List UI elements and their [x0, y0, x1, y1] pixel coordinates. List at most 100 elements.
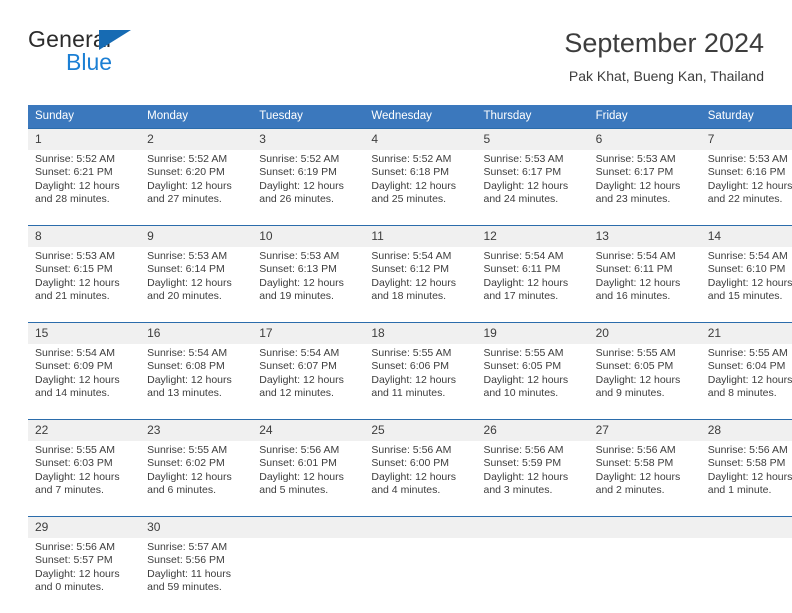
day-cell[interactable]: Sunrise: 5:52 AMSunset: 6:21 PMDaylight:… [28, 150, 140, 226]
day-cell[interactable]: Sunrise: 5:52 AMSunset: 6:19 PMDaylight:… [252, 150, 364, 226]
day-number[interactable]: 11 [364, 226, 476, 248]
daylight-text-line2: and 18 minutes. [371, 290, 470, 303]
day-number[interactable]: 30 [140, 517, 252, 539]
day-cell[interactable]: Sunrise: 5:55 AMSunset: 6:05 PMDaylight:… [589, 344, 701, 420]
day-number[interactable]: 2 [140, 129, 252, 151]
daylight-text-line2: and 10 minutes. [484, 387, 583, 400]
day-number-empty [701, 517, 792, 539]
sunset-text: Sunset: 6:03 PM [35, 457, 134, 470]
sunrise-text: Sunrise: 5:54 AM [596, 250, 695, 263]
day-number[interactable]: 16 [140, 323, 252, 345]
day-cell[interactable]: Sunrise: 5:54 AMSunset: 6:07 PMDaylight:… [252, 344, 364, 420]
day-cell[interactable]: Sunrise: 5:52 AMSunset: 6:18 PMDaylight:… [364, 150, 476, 226]
daylight-text-line2: and 27 minutes. [147, 193, 246, 206]
day-cell[interactable]: Sunrise: 5:53 AMSunset: 6:17 PMDaylight:… [589, 150, 701, 226]
day-cell[interactable]: Sunrise: 5:53 AMSunset: 6:15 PMDaylight:… [28, 247, 140, 323]
day-number[interactable]: 9 [140, 226, 252, 248]
day-cell[interactable]: Sunrise: 5:55 AMSunset: 6:03 PMDaylight:… [28, 441, 140, 517]
daylight-text-line2: and 59 minutes. [147, 581, 246, 594]
day-number-empty [252, 517, 364, 539]
sunrise-text: Sunrise: 5:53 AM [259, 250, 358, 263]
calendar-header-row: Sunday Monday Tuesday Wednesday Thursday… [28, 105, 792, 129]
week-daynumber-row: 1234567 [28, 129, 792, 151]
day-number[interactable]: 3 [252, 129, 364, 151]
day-number[interactable]: 23 [140, 420, 252, 442]
day-cell[interactable]: Sunrise: 5:57 AMSunset: 5:56 PMDaylight:… [140, 538, 252, 613]
day-cell[interactable]: Sunrise: 5:53 AMSunset: 6:16 PMDaylight:… [701, 150, 792, 226]
day-cell[interactable]: Sunrise: 5:54 AMSunset: 6:11 PMDaylight:… [589, 247, 701, 323]
day-number[interactable]: 20 [589, 323, 701, 345]
sunrise-text: Sunrise: 5:57 AM [147, 541, 246, 554]
sunset-text: Sunset: 6:21 PM [35, 166, 134, 179]
day-cell[interactable]: Sunrise: 5:53 AMSunset: 6:17 PMDaylight:… [477, 150, 589, 226]
day-cell[interactable]: Sunrise: 5:56 AMSunset: 5:57 PMDaylight:… [28, 538, 140, 613]
day-cell[interactable]: Sunrise: 5:53 AMSunset: 6:13 PMDaylight:… [252, 247, 364, 323]
sunrise-text: Sunrise: 5:52 AM [147, 153, 246, 166]
daylight-text-line1: Daylight: 12 hours [371, 471, 470, 484]
sunset-text: Sunset: 6:07 PM [259, 360, 358, 373]
sunset-text: Sunset: 5:58 PM [708, 457, 792, 470]
sunset-text: Sunset: 5:56 PM [147, 554, 246, 567]
sunrise-text: Sunrise: 5:53 AM [596, 153, 695, 166]
day-cell[interactable]: Sunrise: 5:54 AMSunset: 6:09 PMDaylight:… [28, 344, 140, 420]
day-number[interactable]: 27 [589, 420, 701, 442]
day-cell-empty [589, 538, 701, 613]
daylight-text-line2: and 6 minutes. [147, 484, 246, 497]
week-daynumber-row: 15161718192021 [28, 323, 792, 345]
sunset-text: Sunset: 6:10 PM [708, 263, 792, 276]
day-number[interactable]: 24 [252, 420, 364, 442]
day-cell[interactable]: Sunrise: 5:54 AMSunset: 6:10 PMDaylight:… [701, 247, 792, 323]
sunset-text: Sunset: 6:00 PM [371, 457, 470, 470]
day-number[interactable]: 19 [477, 323, 589, 345]
day-number[interactable]: 18 [364, 323, 476, 345]
daylight-text-line1: Daylight: 12 hours [371, 277, 470, 290]
day-number[interactable]: 12 [477, 226, 589, 248]
day-number[interactable]: 14 [701, 226, 792, 248]
day-number[interactable]: 22 [28, 420, 140, 442]
sunrise-text: Sunrise: 5:56 AM [596, 444, 695, 457]
page-title: September 2024 [564, 26, 764, 60]
daylight-text-line1: Daylight: 12 hours [147, 277, 246, 290]
sunrise-text: Sunrise: 5:55 AM [35, 444, 134, 457]
day-cell[interactable]: Sunrise: 5:55 AMSunset: 6:04 PMDaylight:… [701, 344, 792, 420]
day-cell[interactable]: Sunrise: 5:55 AMSunset: 6:06 PMDaylight:… [364, 344, 476, 420]
day-cell[interactable]: Sunrise: 5:52 AMSunset: 6:20 PMDaylight:… [140, 150, 252, 226]
daylight-text-line1: Daylight: 12 hours [35, 374, 134, 387]
sunrise-text: Sunrise: 5:53 AM [147, 250, 246, 263]
day-number[interactable]: 7 [701, 129, 792, 151]
day-number[interactable]: 28 [701, 420, 792, 442]
day-number[interactable]: 26 [477, 420, 589, 442]
sunset-text: Sunset: 6:11 PM [484, 263, 583, 276]
day-number[interactable]: 6 [589, 129, 701, 151]
day-cell[interactable]: Sunrise: 5:56 AMSunset: 6:01 PMDaylight:… [252, 441, 364, 517]
day-cell[interactable]: Sunrise: 5:54 AMSunset: 6:12 PMDaylight:… [364, 247, 476, 323]
day-cell[interactable]: Sunrise: 5:55 AMSunset: 6:05 PMDaylight:… [477, 344, 589, 420]
day-cell[interactable]: Sunrise: 5:56 AMSunset: 6:00 PMDaylight:… [364, 441, 476, 517]
day-cell[interactable]: Sunrise: 5:55 AMSunset: 6:02 PMDaylight:… [140, 441, 252, 517]
sunrise-text: Sunrise: 5:56 AM [708, 444, 792, 457]
day-number[interactable]: 29 [28, 517, 140, 539]
day-number[interactable]: 10 [252, 226, 364, 248]
sunset-text: Sunset: 6:17 PM [484, 166, 583, 179]
day-cell[interactable]: Sunrise: 5:56 AMSunset: 5:58 PMDaylight:… [701, 441, 792, 517]
day-cell[interactable]: Sunrise: 5:56 AMSunset: 5:59 PMDaylight:… [477, 441, 589, 517]
day-number[interactable]: 1 [28, 129, 140, 151]
day-number[interactable]: 25 [364, 420, 476, 442]
sunset-text: Sunset: 6:02 PM [147, 457, 246, 470]
logo-triangle-icon [99, 30, 131, 50]
day-cell[interactable]: Sunrise: 5:54 AMSunset: 6:11 PMDaylight:… [477, 247, 589, 323]
day-number[interactable]: 15 [28, 323, 140, 345]
day-cell[interactable]: Sunrise: 5:54 AMSunset: 6:08 PMDaylight:… [140, 344, 252, 420]
day-cell[interactable]: Sunrise: 5:56 AMSunset: 5:58 PMDaylight:… [589, 441, 701, 517]
daylight-text-line2: and 0 minutes. [35, 581, 134, 594]
day-number[interactable]: 17 [252, 323, 364, 345]
general-blue-logo[interactable]: General Blue [28, 26, 268, 74]
day-number[interactable]: 21 [701, 323, 792, 345]
day-number[interactable]: 8 [28, 226, 140, 248]
day-number[interactable]: 13 [589, 226, 701, 248]
daylight-text-line2: and 11 minutes. [371, 387, 470, 400]
day-number[interactable]: 5 [477, 129, 589, 151]
sunset-text: Sunset: 6:05 PM [484, 360, 583, 373]
day-cell[interactable]: Sunrise: 5:53 AMSunset: 6:14 PMDaylight:… [140, 247, 252, 323]
day-number[interactable]: 4 [364, 129, 476, 151]
